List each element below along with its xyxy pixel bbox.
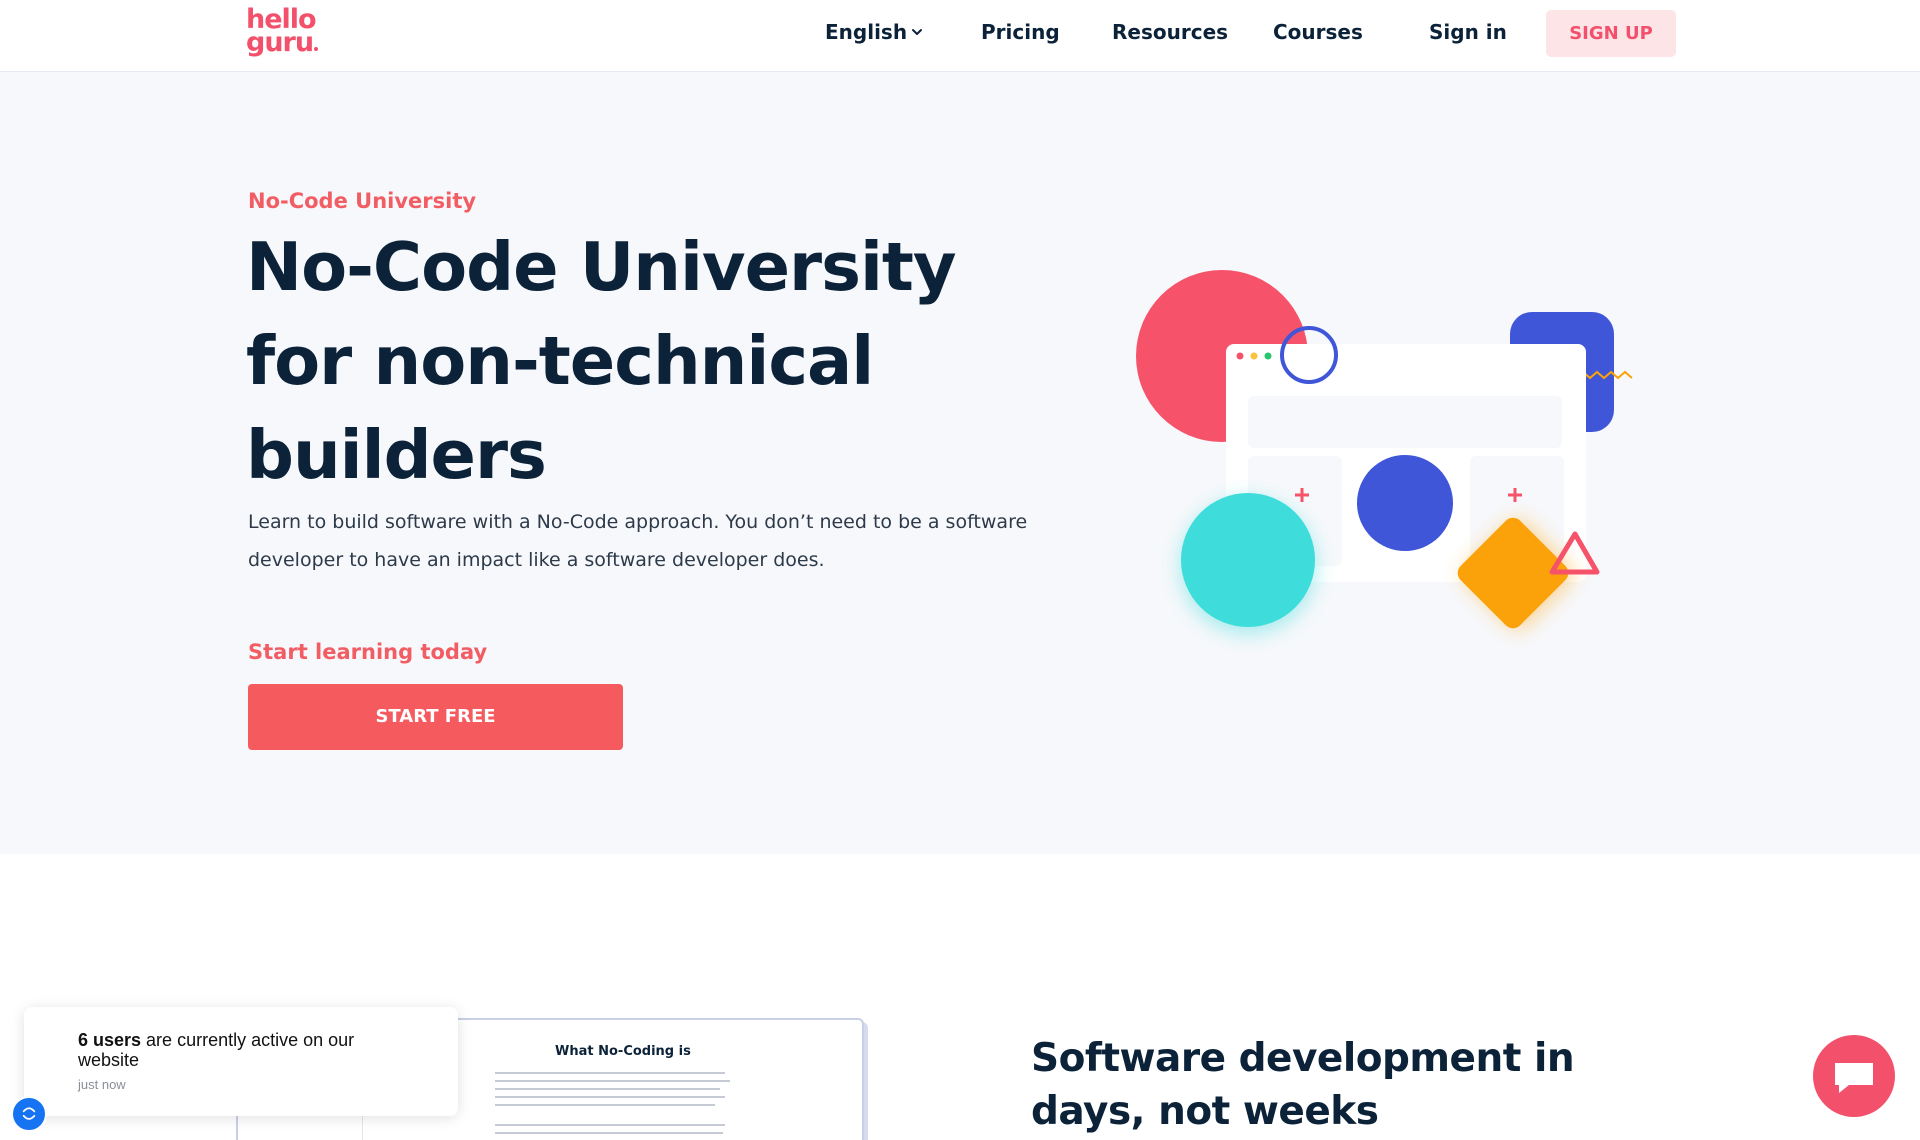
hero-eyebrow: No-Code University xyxy=(248,189,477,213)
hero-illustration xyxy=(1136,270,1633,634)
hero-title-line-1: No-Code University xyxy=(246,228,957,306)
window-dot-yellow xyxy=(1250,352,1258,360)
preview-text-line xyxy=(495,1104,715,1106)
preview-text-line xyxy=(495,1072,725,1074)
cta-label: Start learning today xyxy=(248,640,488,664)
section-title: Software development in days, not weeks xyxy=(1031,1036,1575,1134)
chevron-down-icon[interactable] xyxy=(911,26,923,38)
toast-timestamp: just now xyxy=(78,1077,126,1092)
preview-text-line xyxy=(495,1088,720,1090)
preview-text-line xyxy=(495,1132,723,1134)
notification-badge-icon[interactable] xyxy=(11,1096,47,1132)
logo-text-bottom-word: guru xyxy=(246,27,314,59)
active-users-message: 6 users are currently active on our webs… xyxy=(78,1030,418,1070)
chat-widget-button[interactable] xyxy=(1813,1035,1895,1117)
logo-dot xyxy=(314,47,319,52)
language-selector[interactable]: English xyxy=(825,20,907,44)
window-dot-green xyxy=(1264,352,1272,360)
teal-circle-shape xyxy=(1181,493,1315,627)
sign-in-link[interactable]: Sign in xyxy=(1429,20,1507,44)
preview-text-line xyxy=(495,1096,725,1098)
nav-resources[interactable]: Resources xyxy=(1112,20,1228,44)
logo-text-bottom: guru xyxy=(246,29,322,56)
hero-title: No-Code University for non-technical bui… xyxy=(246,220,1026,502)
chat-bubble-icon xyxy=(1835,1063,1873,1093)
window-dot-red xyxy=(1236,352,1244,360)
start-free-button[interactable]: START FREE xyxy=(248,684,623,750)
preview-text-line xyxy=(495,1080,730,1082)
nav-pricing[interactable]: Pricing xyxy=(981,20,1060,44)
top-navigation-bar: hello guru English Pricing Resources Cou… xyxy=(0,0,1920,72)
sign-up-button[interactable]: SIGN UP xyxy=(1546,10,1676,57)
nav-courses[interactable]: Courses xyxy=(1273,20,1363,44)
hero-title-line-2: for non-technical xyxy=(246,322,874,400)
hero-title-line-3: builders xyxy=(246,416,547,494)
course-preview-title: What No-Coding is xyxy=(555,1044,691,1059)
active-users-count: 6 users xyxy=(78,1030,142,1050)
blue-circle-shape xyxy=(1357,455,1453,551)
hellogurulogo[interactable]: hello guru xyxy=(246,6,322,58)
preview-text-line xyxy=(495,1124,725,1126)
window-content-bar xyxy=(1248,396,1562,448)
hero-description: Learn to build software with a No-Code a… xyxy=(248,511,1028,571)
